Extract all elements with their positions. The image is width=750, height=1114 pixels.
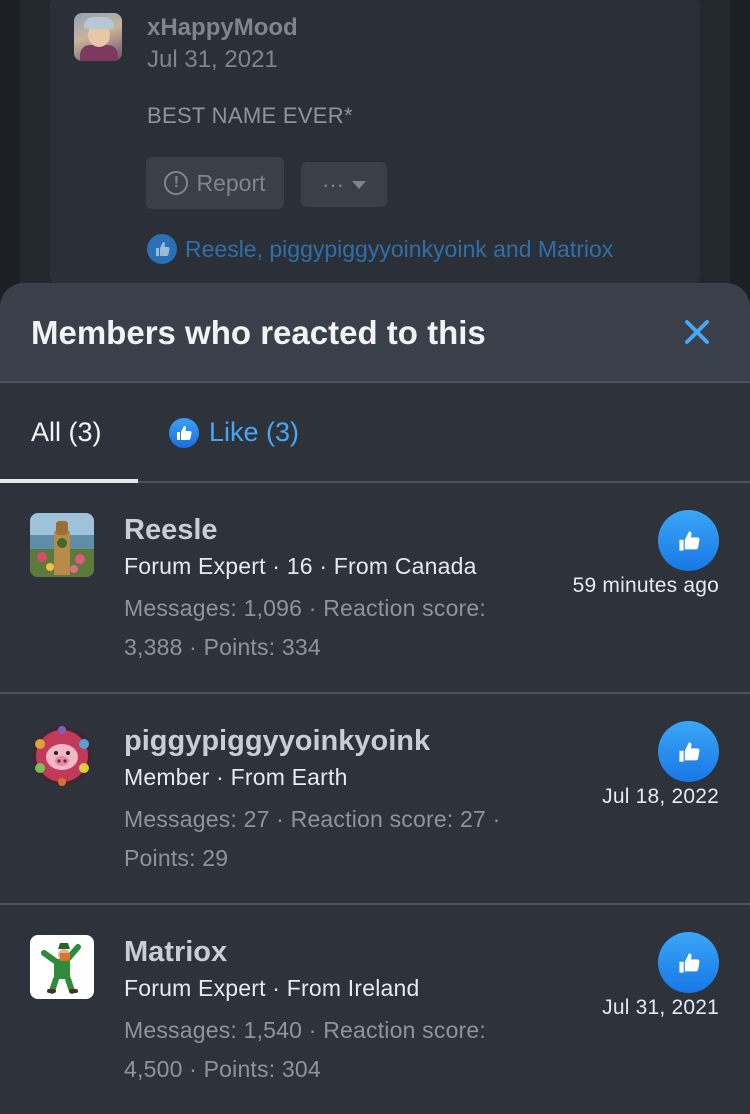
member-meta: Member · From Earth xyxy=(124,764,348,790)
member-row[interactable]: Reesle Forum Expert · 16 · From Canada M… xyxy=(0,483,750,694)
member-stats: Messages: 1,096 · Reaction score: 3,388 … xyxy=(124,595,486,660)
post-author-name[interactable]: xHappyMood xyxy=(147,14,298,42)
like-icon xyxy=(658,721,719,782)
reactions-sheet: Members who reacted to this All (3) Like… xyxy=(0,283,750,1114)
close-button[interactable] xyxy=(680,315,714,349)
member-avatar[interactable] xyxy=(30,513,94,577)
member-avatar[interactable] xyxy=(30,935,94,999)
member-name[interactable]: Reesle xyxy=(124,514,218,547)
member-stats: Messages: 1,540 · Reaction score: 4,500 … xyxy=(124,1017,486,1082)
reaction-time: 59 minutes ago xyxy=(572,574,719,597)
post-date[interactable]: Jul 31, 2021 xyxy=(147,46,278,74)
member-row[interactable]: Matriox Forum Expert · From Ireland Mess… xyxy=(0,905,750,1114)
like-icon xyxy=(147,234,177,264)
member-name[interactable]: Matriox xyxy=(124,936,227,969)
sheet-header: Members who reacted to this xyxy=(0,283,750,383)
member-avatar[interactable] xyxy=(30,724,94,788)
report-label: Report xyxy=(196,169,266,196)
caret-down-icon xyxy=(351,180,366,189)
reaction-time: Jul 31, 2021 xyxy=(602,996,719,1019)
more-label: ··· xyxy=(322,171,344,197)
member-stats: Messages: 27 · Reaction score: 27 · Poin… xyxy=(124,806,501,871)
post-reactions-summary[interactable]: Reesle, piggypiggyyoinkyoink and Matriox xyxy=(147,234,613,264)
reactions-text: Reesle, piggypiggyyoinkyoink and Matriox xyxy=(185,235,614,262)
sheet-title: Members who reacted to this xyxy=(31,314,486,351)
post-body: BEST NAME EVER* xyxy=(147,103,353,128)
post-author-avatar[interactable] xyxy=(74,13,122,61)
report-button[interactable]: ! Report xyxy=(146,157,284,209)
member-row[interactable]: piggypiggyyoinkyoink Member · From Earth… xyxy=(0,694,750,905)
like-icon xyxy=(658,932,719,993)
more-options-button[interactable]: ··· xyxy=(301,162,387,207)
tab-like-label: Like (3) xyxy=(209,417,300,447)
tab-like[interactable]: Like (3) xyxy=(169,417,299,448)
like-icon xyxy=(658,510,719,571)
warning-icon: ! xyxy=(164,171,189,195)
member-name[interactable]: piggypiggyyoinkyoink xyxy=(124,725,430,758)
reaction-tabs: All (3) Like (3) xyxy=(0,383,750,483)
member-meta: Forum Expert · 16 · From Canada xyxy=(124,553,477,579)
close-icon xyxy=(685,320,709,344)
tab-all[interactable]: All (3) xyxy=(31,417,102,448)
member-meta: Forum Expert · From Ireland xyxy=(124,975,420,1001)
like-icon xyxy=(169,417,199,448)
reaction-time: Jul 18, 2022 xyxy=(602,785,719,808)
